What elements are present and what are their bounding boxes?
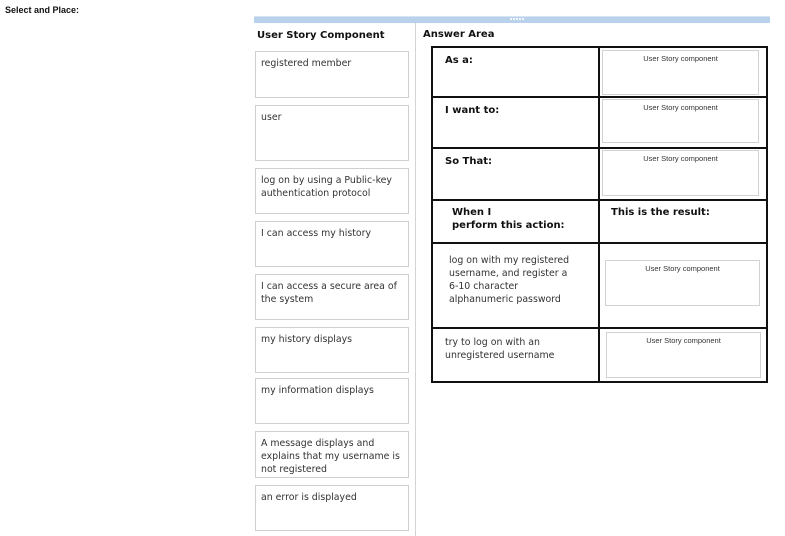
drop-target-so-that[interactable]: User Story component bbox=[602, 150, 759, 196]
component-item-user[interactable]: user bbox=[255, 105, 409, 161]
component-item-log-on-public-key[interactable]: log on by using a Public-key authenticat… bbox=[255, 168, 409, 214]
answer-table: As a: User Story component I want to: Us… bbox=[431, 46, 768, 383]
component-item-access-history[interactable]: I can access my history bbox=[255, 221, 409, 267]
scenario-header-row: When I perform this action: This is the … bbox=[433, 201, 766, 244]
i-want-to-label: I want to: bbox=[445, 105, 500, 116]
page-title: Select and Place: bbox=[5, 5, 80, 15]
scenario-row: log on with my registered username, and … bbox=[433, 244, 766, 329]
answer-row-label-cell: I want to: bbox=[433, 98, 600, 147]
drop-target-scenario-2[interactable]: User Story component bbox=[606, 332, 761, 378]
action-header-line2: perform this action: bbox=[452, 220, 565, 231]
scenario-action-text: log on with my registered username, and … bbox=[449, 255, 570, 305]
answer-row-target-cell: User Story component bbox=[600, 149, 766, 199]
scenario-header-action-cell: When I perform this action: bbox=[433, 201, 600, 242]
column-divider bbox=[415, 23, 416, 536]
panel-splitter-bar[interactable] bbox=[254, 16, 770, 23]
as-a-label: As a: bbox=[445, 55, 473, 66]
component-item-error-displayed[interactable]: an error is displayed bbox=[255, 485, 409, 531]
answer-area-heading: Answer Area bbox=[423, 29, 495, 40]
grip-dots-icon[interactable] bbox=[510, 18, 524, 20]
scenario-action-text: try to log on with an unregistered usern… bbox=[445, 337, 555, 361]
scenario-row: try to log on with an unregistered usern… bbox=[433, 329, 766, 383]
component-item-information-displays[interactable]: my information displays bbox=[255, 378, 409, 424]
result-header: This is the result: bbox=[611, 207, 710, 218]
component-item-history-displays[interactable]: my history displays bbox=[255, 327, 409, 373]
drop-target-as-a[interactable]: User Story component bbox=[602, 50, 759, 95]
drop-target-i-want-to[interactable]: User Story component bbox=[602, 99, 759, 143]
scenario-action-cell: log on with my registered username, and … bbox=[433, 244, 600, 327]
scenario-result-cell: User Story component bbox=[600, 329, 766, 383]
answer-row-label-cell: So That: bbox=[433, 149, 600, 199]
answer-row-i-want-to: I want to: User Story component bbox=[433, 98, 766, 149]
answer-row-target-cell: User Story component bbox=[600, 98, 766, 147]
components-heading: User Story Component bbox=[257, 30, 385, 41]
answer-row-as-a: As a: User Story component bbox=[433, 48, 766, 98]
answer-row-label-cell: As a: bbox=[433, 48, 600, 96]
scenario-action-cell: try to log on with an unregistered usern… bbox=[433, 329, 600, 383]
answer-row-target-cell: User Story component bbox=[600, 48, 766, 96]
action-header-line1: When I bbox=[452, 207, 492, 218]
component-item-access-secure-area[interactable]: I can access a secure area of the system bbox=[255, 274, 409, 320]
scenario-result-cell: User Story component bbox=[600, 244, 766, 327]
component-item-registered-member[interactable]: registered member bbox=[255, 51, 409, 98]
answer-row-so-that: So That: User Story component bbox=[433, 149, 766, 201]
scenario-header-result-cell: This is the result: bbox=[600, 201, 766, 242]
drop-target-scenario-1[interactable]: User Story component bbox=[605, 260, 760, 306]
so-that-label: So That: bbox=[445, 156, 493, 167]
component-item-message-not-registered[interactable]: A message displays and explains that my … bbox=[255, 431, 409, 478]
